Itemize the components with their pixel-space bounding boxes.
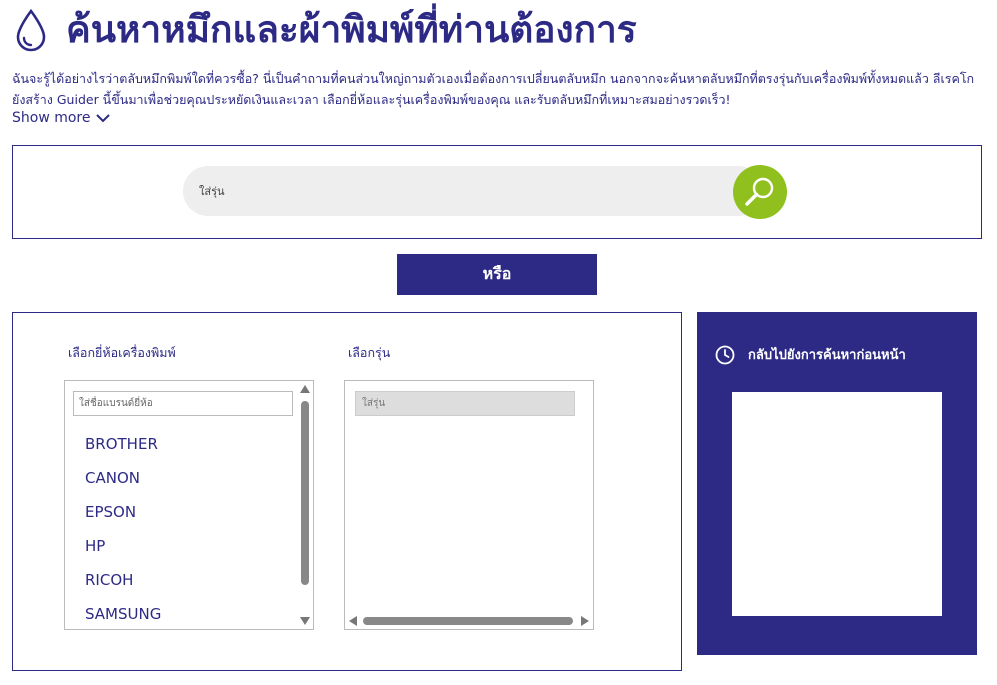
model-filter-input[interactable] <box>355 391 575 416</box>
history-title: กลับไปยังการค้นหาก่อนหน้า <box>748 348 906 363</box>
intro-text: ฉันจะรู้ได้อย่างไรว่าตลับหมึกพิมพ์ใดที่ค… <box>12 71 975 107</box>
model-search-input[interactable] <box>199 180 719 202</box>
drop-icon <box>16 8 46 52</box>
brand-item-samsung[interactable]: SAMSUNG <box>85 601 161 635</box>
brand-select-label: เลือกยี่ห้อเครื่องพิมพ์ <box>68 345 176 360</box>
scroll-right-arrow-icon[interactable] <box>581 616 589 626</box>
scroll-left-arrow-icon[interactable] <box>349 616 357 626</box>
model-select-label: เลือกรุ่น <box>348 345 391 360</box>
show-more-label: Show more <box>12 110 91 126</box>
or-button[interactable]: หรือ <box>397 254 597 295</box>
brand-item-epson[interactable]: EPSON <box>85 499 161 533</box>
model-list-scrollbar[interactable] <box>349 616 589 626</box>
scroll-down-arrow-icon[interactable] <box>300 617 310 625</box>
brand-list-scrollbar[interactable] <box>300 385 310 625</box>
back-to-previous-search-link[interactable]: กลับไปยังการค้นหาก่อนหน้า <box>715 344 906 365</box>
brand-list: BROTHER CANON EPSON HP RICOH SAMSUNG <box>64 380 314 630</box>
brand-item-ricoh[interactable]: RICOH <box>85 567 161 601</box>
magnifier-icon <box>745 177 774 206</box>
scroll-thumb[interactable] <box>363 617 573 625</box>
brand-item-hp[interactable]: HP <box>85 533 161 567</box>
show-more-link[interactable]: Show more <box>12 110 110 126</box>
brand-item-brother[interactable]: BROTHER <box>85 431 161 465</box>
scroll-up-arrow-icon[interactable] <box>300 385 310 393</box>
chevron-down-icon <box>95 114 110 123</box>
model-list <box>344 380 594 630</box>
search-history-panel: กลับไปยังการค้นหาก่อนหน้า <box>697 312 977 655</box>
page-header: ค้นหาหมึกและผ้าพิมพ์ที่ท่านต้องการ <box>14 8 637 52</box>
scroll-thumb[interactable] <box>301 401 309 585</box>
page-title: ค้นหาหมึกและผ้าพิมพ์ที่ท่านต้องการ <box>66 8 637 51</box>
history-list <box>732 392 942 616</box>
model-search-section <box>12 145 982 239</box>
printer-select-panel: เลือกยี่ห้อเครื่องพิมพ์ เลือกรุ่น BROTHE… <box>12 312 682 671</box>
brand-search-input[interactable] <box>73 391 293 416</box>
brand-items: BROTHER CANON EPSON HP RICOH SAMSUNG <box>85 431 161 635</box>
brand-item-canon[interactable]: CANON <box>85 465 161 499</box>
search-button[interactable] <box>733 165 787 219</box>
search-pill <box>183 166 763 216</box>
clock-icon <box>715 345 735 364</box>
